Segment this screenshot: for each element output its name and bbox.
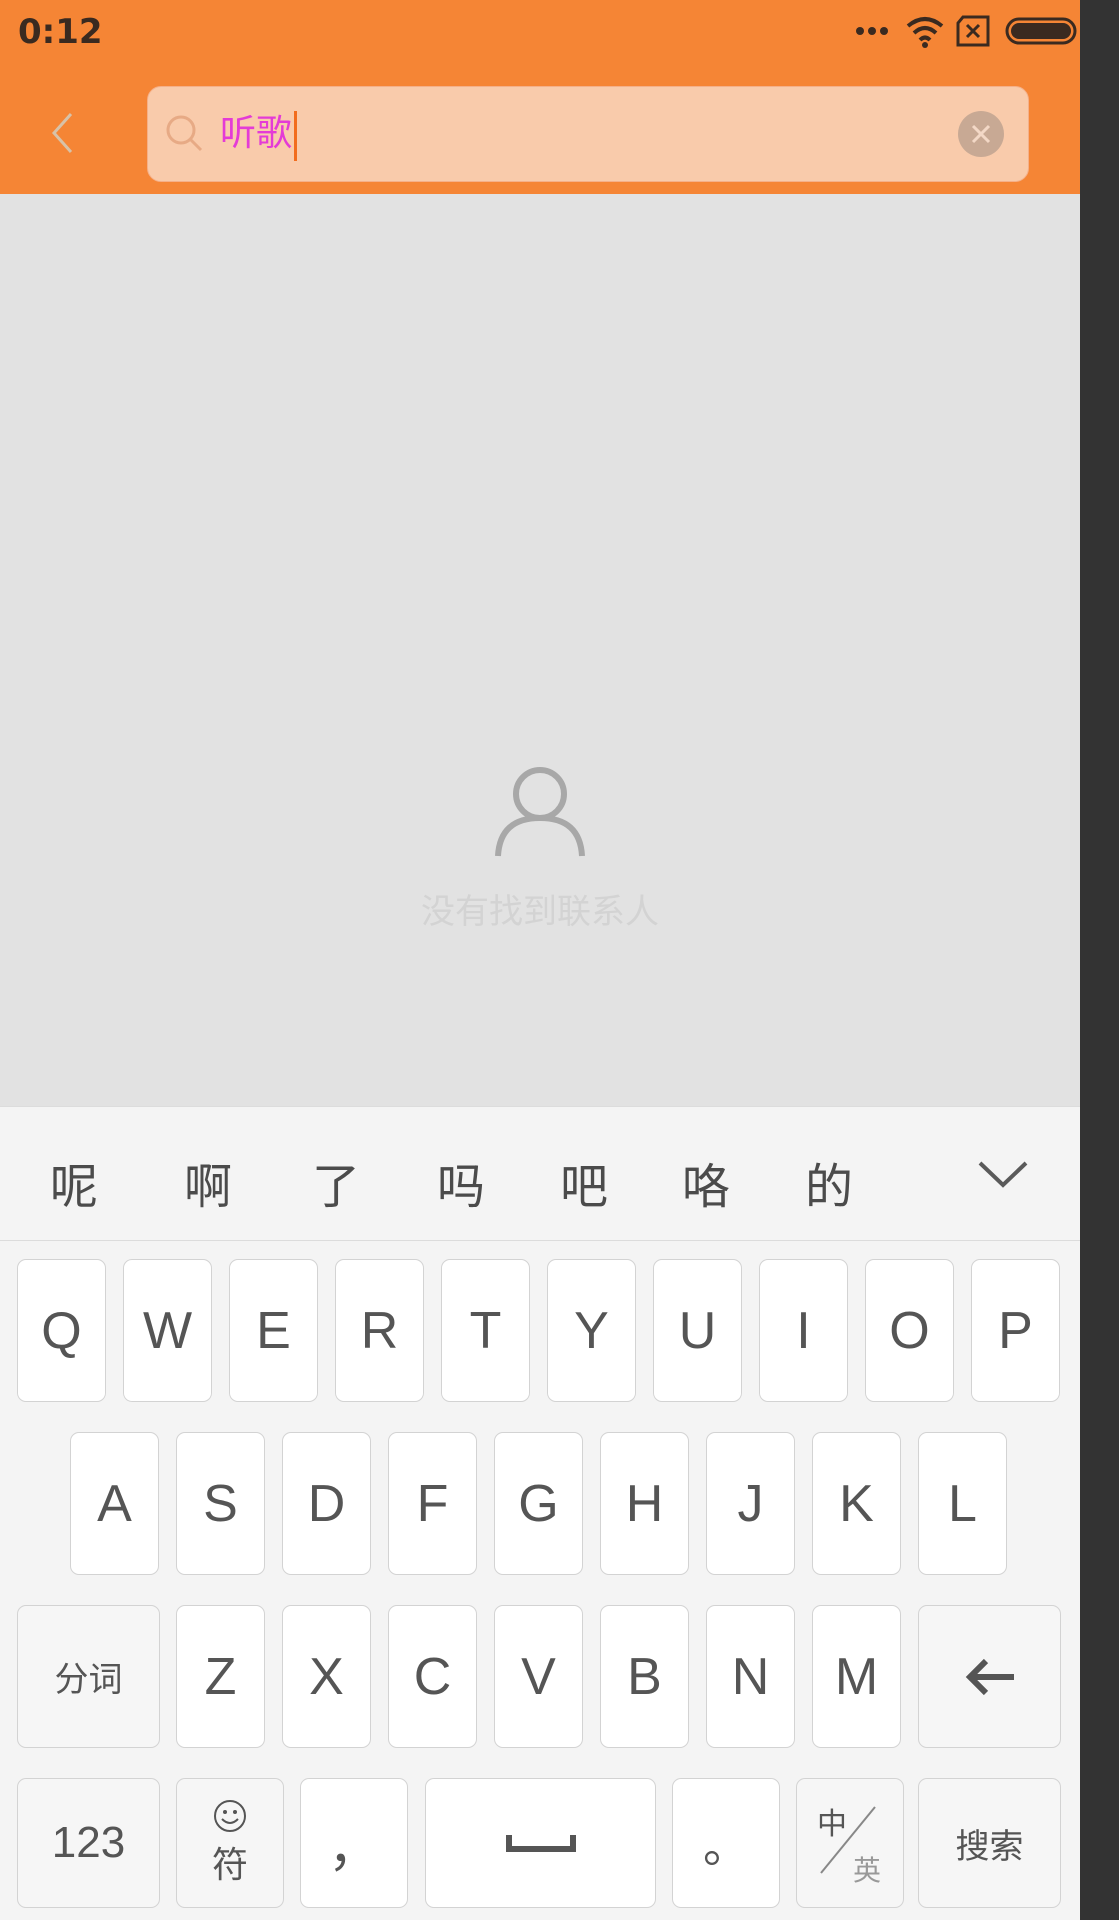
empty-state-label: 没有找到联系人: [421, 892, 659, 932]
key-u[interactable]: U: [653, 1259, 742, 1402]
key-l[interactable]: L: [918, 1432, 1007, 1575]
close-icon: [971, 124, 991, 144]
more-dots-icon: [856, 27, 888, 35]
key-f[interactable]: F: [388, 1432, 477, 1575]
period-key[interactable]: 。: [672, 1778, 780, 1908]
key-j[interactable]: J: [706, 1432, 795, 1575]
key-b[interactable]: B: [600, 1605, 689, 1748]
candidate-item[interactable]: 吧: [560, 1147, 608, 1217]
candidate-bar: 呢 啊 了 吗 吧 咯 的: [0, 1107, 1080, 1241]
clear-button[interactable]: [958, 111, 1004, 157]
key-x[interactable]: X: [282, 1605, 371, 1748]
key-y[interactable]: Y: [547, 1259, 636, 1402]
key-n[interactable]: N: [706, 1605, 795, 1748]
key-q[interactable]: Q: [17, 1259, 106, 1402]
key-c[interactable]: C: [388, 1605, 477, 1748]
person-icon: [495, 767, 585, 857]
battery-icon: [1005, 17, 1077, 45]
segment-key[interactable]: 分词: [17, 1605, 160, 1748]
key-z[interactable]: Z: [176, 1605, 265, 1748]
space-bar-icon: [505, 1835, 576, 1852]
key-k[interactable]: K: [812, 1432, 901, 1575]
candidate-item[interactable]: 的: [805, 1147, 853, 1217]
phone-screen: 0:12 听歌 没有找到联系人 呢 啊 了 吗 吧 咯 的 Q W E R T …: [0, 0, 1080, 1920]
key-i[interactable]: I: [759, 1259, 848, 1402]
candidate-item[interactable]: 咯: [682, 1147, 730, 1217]
header-bar: 0:12 听歌: [0, 0, 1080, 194]
key-t[interactable]: T: [441, 1259, 530, 1402]
text-cursor: [294, 111, 297, 161]
backspace-key[interactable]: [918, 1605, 1061, 1748]
key-a[interactable]: A: [70, 1432, 159, 1575]
candidate-item[interactable]: 吗: [437, 1147, 485, 1217]
back-chevron-icon[interactable]: [38, 108, 88, 158]
key-v[interactable]: V: [494, 1605, 583, 1748]
search-input[interactable]: 听歌: [220, 105, 292, 163]
candidate-item[interactable]: 了: [312, 1147, 360, 1217]
diagonal-divider-icon: [820, 1806, 876, 1874]
key-h[interactable]: H: [600, 1432, 689, 1575]
comma-key[interactable]: ，: [300, 1778, 408, 1908]
key-p[interactable]: P: [971, 1259, 1060, 1402]
key-o[interactable]: O: [865, 1259, 954, 1402]
key-s[interactable]: S: [176, 1432, 265, 1575]
candidate-item[interactable]: 呢: [50, 1147, 98, 1217]
key-e[interactable]: E: [229, 1259, 318, 1402]
wifi-icon: [906, 17, 944, 48]
soft-keyboard: 呢 啊 了 吗 吧 咯 的 Q W E R T Y U I O P A S D …: [0, 1106, 1080, 1920]
search-bar[interactable]: 听歌: [147, 86, 1029, 182]
search-icon: [166, 115, 203, 152]
symbols-key[interactable]: 符: [176, 1778, 284, 1908]
key-w[interactable]: W: [123, 1259, 212, 1402]
language-toggle-key[interactable]: 中 英: [796, 1778, 904, 1908]
key-d[interactable]: D: [282, 1432, 371, 1575]
empty-state: 没有找到联系人: [0, 756, 1080, 933]
screen-edge: [1080, 0, 1119, 1920]
key-r[interactable]: R: [335, 1259, 424, 1402]
space-key[interactable]: [425, 1778, 656, 1908]
candidate-item[interactable]: 啊: [184, 1147, 232, 1217]
numbers-key[interactable]: 123: [17, 1778, 160, 1908]
search-key[interactable]: 搜索: [918, 1778, 1061, 1908]
sim-x-icon: [956, 15, 990, 47]
chevron-down-icon[interactable]: [974, 1153, 1032, 1193]
smiley-icon: [214, 1800, 246, 1832]
key-m[interactable]: M: [812, 1605, 901, 1748]
key-g[interactable]: G: [494, 1432, 583, 1575]
backspace-arrow-icon: [965, 1658, 1014, 1695]
status-time: 0:12: [18, 12, 103, 52]
